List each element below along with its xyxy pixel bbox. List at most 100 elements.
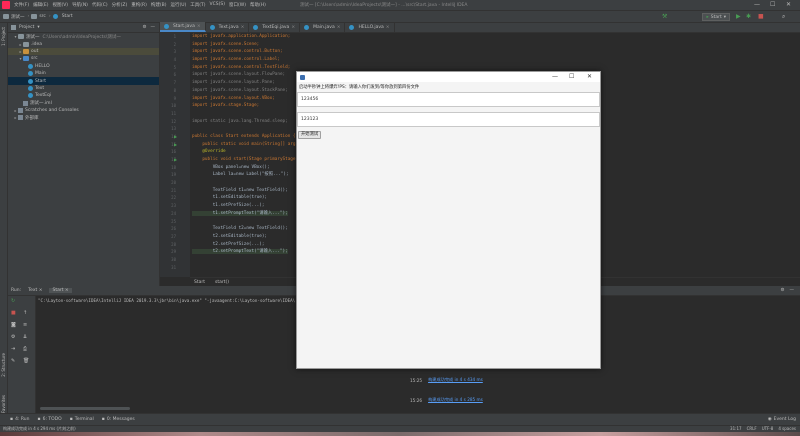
settings-icon[interactable]: ⚙ [11, 334, 15, 340]
close-icon[interactable]: × [39, 288, 43, 293]
text-field-2[interactable]: 123123 [297, 112, 600, 127]
rerun-icon[interactable]: ↻ [11, 298, 15, 304]
hammer-icon[interactable]: ⚒ [662, 13, 667, 20]
app-minimize-button[interactable]: — [552, 73, 558, 80]
pin-icon[interactable]: ✎ [11, 358, 15, 364]
run-config-select[interactable]: ▸ Start ▾ [702, 13, 730, 21]
bottom-tool-tab[interactable]: ▪ Terminal [70, 417, 94, 422]
editor-tab[interactable]: TextEqi.java × [249, 22, 301, 32]
tree-item[interactable]: Text [8, 85, 159, 92]
project-icon [11, 25, 16, 30]
tree-item[interactable]: ▸ 外部库 [8, 114, 159, 121]
editor-tab[interactable]: Text.java × [206, 22, 250, 32]
run-gutter-icon[interactable]: ▶ [174, 157, 177, 162]
tree-item[interactable]: 测试一.iml [8, 100, 159, 107]
scroll-end-icon[interactable]: ⇊ [23, 334, 27, 340]
search-icon[interactable]: ⌕ [782, 13, 785, 21]
menu-item[interactable]: 分析(Z) [112, 2, 128, 8]
close-icon[interactable]: × [291, 25, 295, 30]
tree-item[interactable]: ▾ src [8, 55, 159, 62]
stop-icon[interactable]: ■ [758, 13, 764, 20]
soft-wrap-icon[interactable]: ≡ [23, 322, 27, 328]
crumb-project[interactable]: 测试一 [3, 14, 25, 20]
menu-item[interactable]: 视图(V) [52, 2, 68, 8]
tree-item[interactable]: ▸ .idea [8, 40, 159, 47]
app-maximize-button[interactable]: ☐ [569, 73, 574, 80]
run-icon[interactable]: ▶ [736, 13, 741, 20]
close-button[interactable]: ✕ [786, 1, 791, 8]
print-icon[interactable]: ⎙ [23, 346, 27, 352]
status-indicator[interactable]: 31:17 [730, 426, 742, 431]
hide-icon[interactable]: — [790, 288, 795, 293]
minimize-button[interactable]: — [754, 1, 760, 8]
chevron-down-icon[interactable]: ▾ [37, 25, 39, 30]
project-header-label[interactable]: Project [19, 25, 34, 30]
tree-item[interactable]: Main [8, 70, 159, 77]
event-link[interactable]: 构建成功完成 in 4 s 285 ms [428, 397, 483, 403]
start-test-button[interactable]: 开始测试 [298, 131, 322, 139]
menu-item[interactable]: 构建(B) [151, 2, 167, 8]
bottom-tool-tab[interactable]: ▪ 4: Run [10, 417, 30, 422]
status-indicator[interactable]: UTF-8 [762, 426, 774, 431]
menu-item[interactable]: 代码(C) [92, 2, 108, 8]
run-tab-text[interactable]: Text × [25, 288, 45, 293]
close-icon[interactable]: × [386, 25, 390, 30]
menu-item[interactable]: 帮助(H) [250, 2, 266, 8]
tree-item[interactable]: ▸ Scratches and Consoles [8, 107, 159, 114]
breadcrumb-class[interactable]: Start [194, 280, 205, 285]
menu-item[interactable]: 窗口(W) [229, 2, 246, 8]
run-gutter-icon[interactable]: ▶ [174, 142, 177, 147]
run-toolbar: ↻ ■ ◙ ⚙ ⇥ ✎ ↑ ≡ ⇊ ⎙ 🗑 [8, 296, 36, 413]
close-icon[interactable]: × [197, 24, 201, 29]
menu-item[interactable]: 编辑(E) [33, 2, 48, 8]
crumb-src[interactable]: › src [28, 14, 46, 19]
tree-item[interactable]: HELLO [8, 63, 159, 70]
editor-tab[interactable]: Main.java × [300, 22, 346, 32]
exit-icon[interactable]: ⇥ [11, 346, 15, 352]
close-icon[interactable]: × [65, 288, 69, 293]
tool-window-icon: ▪ [10, 417, 14, 422]
menu-item[interactable]: 重构(R) [131, 2, 147, 8]
debug-icon[interactable]: ✱ [746, 13, 751, 20]
tree-item-label: TextEqi [35, 93, 52, 99]
hide-icon[interactable]: — [151, 25, 156, 30]
event-log-tab[interactable]: ◉ Event Log [768, 417, 796, 422]
status-indicators: 31:17 CRLF UTF-8 4 spaces [730, 426, 796, 431]
status-indicator[interactable]: CRLF [747, 426, 757, 431]
text-field-1[interactable]: 123456 [297, 92, 600, 107]
camera-icon[interactable]: ◙ [11, 322, 16, 328]
run-tab-start[interactable]: Start × [49, 288, 72, 293]
menu-item[interactable]: 导航(N) [72, 2, 88, 8]
structure-tool-tab[interactable]: 2: Structure [1, 353, 6, 377]
crumb-start[interactable]: › Start [49, 14, 73, 19]
project-tool-tab[interactable]: 1: Project [1, 27, 6, 46]
stop-icon[interactable]: ■ [11, 310, 16, 316]
editor-tab[interactable]: Start.java × [160, 22, 206, 32]
bottom-tool-tab[interactable]: ▪ 6: TODO [38, 417, 62, 422]
menu-item[interactable]: 运行(U) [170, 2, 186, 8]
gear-icon[interactable]: ⚙ [142, 25, 146, 30]
close-icon[interactable]: × [241, 25, 245, 30]
tree-item[interactable]: TextEqi [8, 92, 159, 99]
maximize-button[interactable]: ☐ [770, 1, 775, 8]
trash-icon[interactable]: 🗑 [23, 358, 29, 364]
java-class-icon [349, 24, 355, 30]
tree-item[interactable]: Start [8, 77, 159, 85]
event-link[interactable]: 构建成功完成 in 4 s 434 ms [428, 377, 483, 383]
menu-item[interactable]: VCS(S) [210, 2, 225, 8]
menu-item[interactable]: 文件(F) [14, 2, 29, 8]
tree-item[interactable]: ▸ out [8, 47, 159, 56]
menu-item[interactable]: 工具(T) [190, 2, 205, 8]
console-scrollbar[interactable] [40, 407, 130, 410]
editor-tab[interactable]: HELLO.java × [345, 22, 395, 32]
status-indicator[interactable]: 4 spaces [778, 426, 796, 431]
close-icon[interactable]: × [337, 25, 341, 30]
tree-item[interactable]: ▾ 测试一 C:\Users\admin\IdeaProjects\测试一 [8, 33, 159, 40]
run-gutter-icon[interactable]: ▶ [174, 134, 177, 139]
scroll-up-icon[interactable]: ↑ [23, 310, 27, 316]
bottom-tool-tab[interactable]: ▪ 0: Messages [102, 417, 135, 422]
tree-item-path: C:\Users\admin\IdeaProjects\测试一 [42, 34, 121, 40]
gear-icon[interactable]: ⚙ [780, 288, 784, 293]
app-close-button[interactable]: ✕ [587, 73, 592, 80]
breadcrumb-method[interactable]: start() [215, 280, 229, 285]
